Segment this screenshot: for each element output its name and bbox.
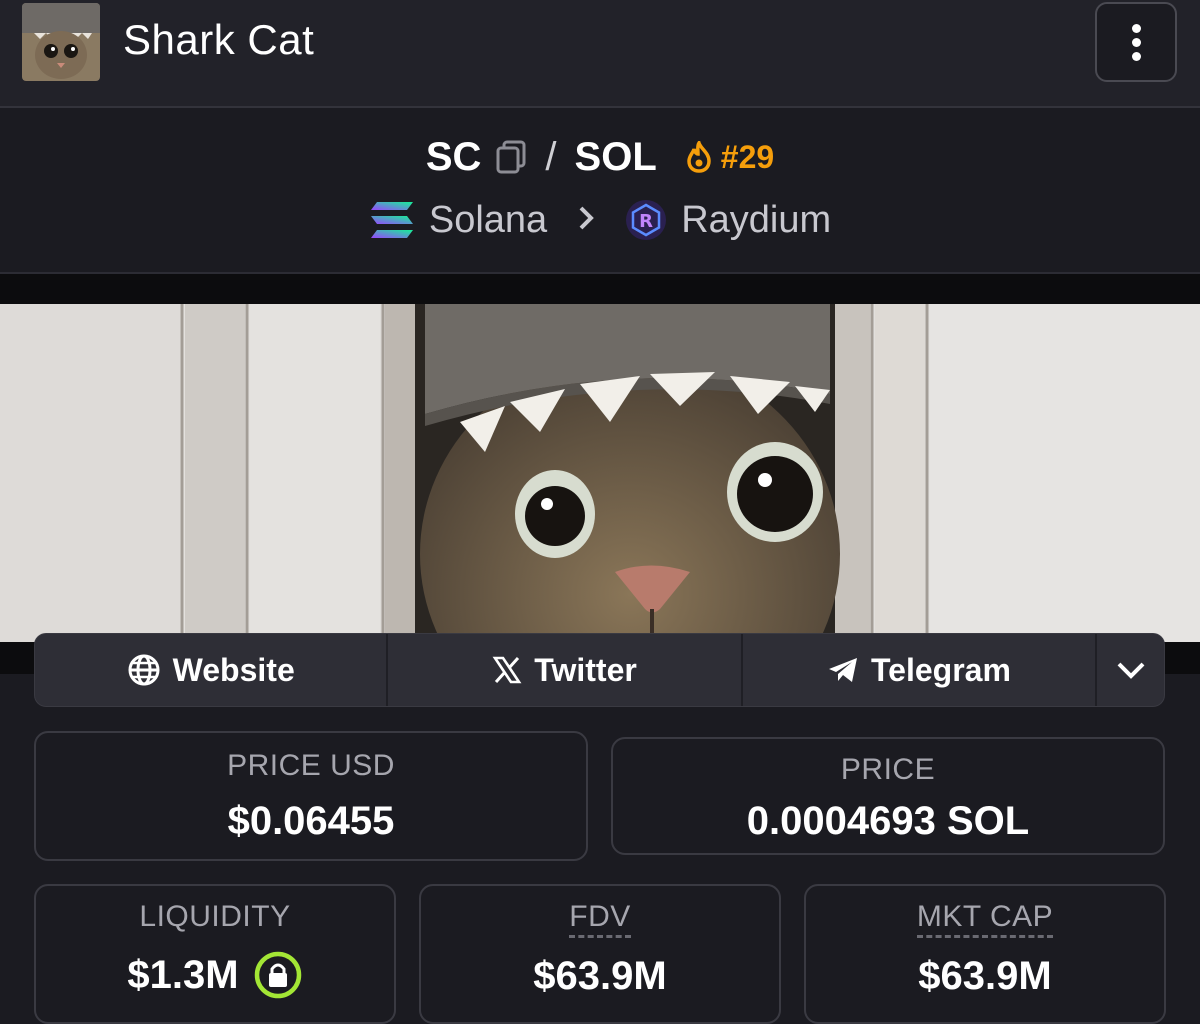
pair-separator: / <box>545 134 557 179</box>
market-cap-value: $63.9M <box>918 954 1052 998</box>
website-link-button[interactable]: Website <box>35 634 389 706</box>
telegram-link-button[interactable]: Telegram <box>743 634 1098 706</box>
fdv-label-wrap: FDV <box>421 900 779 938</box>
solana-icon <box>369 200 415 240</box>
svg-text:R: R <box>639 211 653 232</box>
telegram-label: Telegram <box>870 651 1011 688</box>
price-usd-label: PRICE USD <box>227 749 395 782</box>
fdv-value: $63.9M <box>533 954 667 998</box>
dex-link[interactable]: Raydium <box>681 199 831 242</box>
chain-dex-row: Solana R Raydium <box>0 196 1200 244</box>
raydium-icon: R <box>625 199 667 241</box>
price-native-value: 0.0004693 SOL <box>746 799 1030 843</box>
kebab-menu-icon-dot <box>1131 37 1141 47</box>
expand-links-button[interactable] <box>1097 634 1164 706</box>
market-cap-label: MKT CAP <box>916 900 1054 938</box>
fdv-label: FDV <box>569 900 631 938</box>
rank-label: #29 <box>720 138 775 175</box>
liquidity-card: LIQUIDITY $1.3M <box>34 884 396 1024</box>
quote-symbol: SOL <box>574 134 657 179</box>
kebab-menu-icon <box>1131 23 1141 33</box>
copy-address-icon[interactable] <box>495 140 527 174</box>
kebab-menu-icon-dot <box>1131 51 1141 61</box>
price-usd-value: $0.06455 <box>227 799 395 843</box>
liquidity-label: LIQUIDITY <box>139 900 291 933</box>
chain-link[interactable]: Solana <box>429 199 547 242</box>
token-avatar <box>22 3 100 81</box>
price-usd-card: PRICE USD $0.06455 <box>34 731 588 861</box>
twitter-label: Twitter <box>534 651 637 688</box>
liquidity-value: $1.3M <box>127 952 239 997</box>
price-native-card: PRICE 0.0004693 SOL <box>611 737 1165 855</box>
token-name-title: Shark Cat <box>123 16 315 63</box>
market-cap-card[interactable]: MKT CAP $63.9M <box>804 884 1166 1024</box>
website-label: Website <box>172 651 295 688</box>
price-native-label: PRICE <box>840 753 936 786</box>
trending-rank[interactable]: #29 <box>685 139 774 176</box>
fdv-card[interactable]: FDV $63.9M <box>419 884 781 1024</box>
token-banner-image <box>0 304 1200 642</box>
x-icon <box>492 655 522 685</box>
market-cap-label-wrap: MKT CAP <box>806 900 1164 938</box>
twitter-link-button[interactable]: Twitter <box>388 634 743 706</box>
app-header: Shark Cat <box>0 0 1200 108</box>
more-options-button[interactable] <box>1095 2 1177 82</box>
liquidity-value-row: $1.3M <box>36 950 394 1000</box>
chevron-down-icon <box>1116 660 1146 680</box>
flame-icon <box>685 141 713 173</box>
pair-row: SC / SOL #29 <box>0 132 1200 182</box>
telegram-icon <box>827 656 859 684</box>
globe-icon <box>127 653 161 687</box>
chevron-right-icon <box>577 201 595 240</box>
pair-info: SC / SOL #29 Solana R Raydium <box>0 108 1200 274</box>
base-symbol: SC <box>425 134 482 179</box>
social-links-bar: Website Twitter Telegram <box>34 633 1165 707</box>
lock-icon[interactable] <box>253 950 303 1000</box>
